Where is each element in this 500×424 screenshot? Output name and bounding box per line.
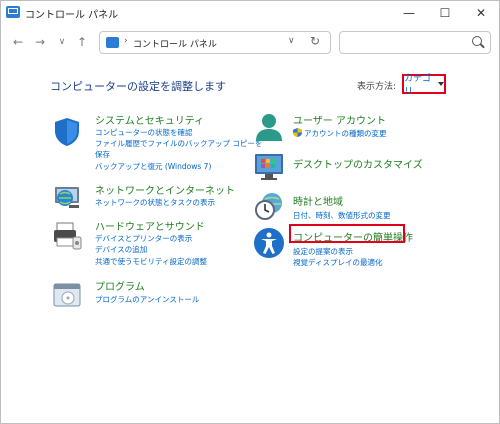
clock-globe-icon[interactable] [253, 190, 285, 222]
link-file-history[interactable]: ファイル履歴でファイルのバックアップ コピーを [95, 138, 262, 149]
accessibility-icon[interactable] [253, 227, 285, 259]
link-check-status[interactable]: コンピューターの状態を確認 [95, 127, 193, 138]
link-devices-printers[interactable]: デバイスとプリンターの表示 [95, 233, 192, 244]
close-button[interactable]: ✕ [463, 1, 499, 25]
navigation-bar: ← → ∨ ↑ › コントロール パネル ∨ ↻ [1, 29, 499, 57]
control-panel-window: コントロール パネル — ☐ ✕ ← → ∨ ↑ › コントロール パネル ∨ … [0, 0, 500, 424]
category-desktop-customization[interactable]: デスクトップのカスタマイズ [293, 156, 423, 171]
link-add-device[interactable]: デバイスの追加 [95, 244, 147, 255]
user-icon[interactable] [253, 111, 285, 143]
category-clock-region[interactable]: 時計と地域 [293, 193, 343, 208]
refresh-button[interactable]: ↻ [310, 34, 320, 48]
window-title: コントロール パネル [25, 10, 119, 21]
category-network-internet[interactable]: ネットワークとインターネット [95, 182, 235, 197]
link-date-time-format[interactable]: 日付、時刻、数値形式の変更 [293, 210, 391, 221]
view-by-value: カテゴリ [404, 74, 432, 97]
minimize-button[interactable]: — [391, 1, 427, 25]
forward-button[interactable]: → [31, 33, 49, 51]
view-by-dropdown[interactable]: カテゴリ [402, 74, 446, 97]
link-change-account-type[interactable]: アカウントの種類の変更 [304, 128, 387, 139]
address-text: コントロール パネル [133, 40, 217, 50]
category-programs[interactable]: プログラム [95, 278, 145, 293]
category-user-accounts[interactable]: ユーザー アカウント [293, 112, 386, 127]
caret-down-icon [438, 82, 444, 86]
title-bar: コントロール パネル — ☐ ✕ [1, 1, 499, 25]
link-mobility-settings[interactable]: 共通で使うモビリティ設定の調整 [95, 256, 207, 267]
uac-shield-icon [293, 128, 302, 137]
printer-icon[interactable] [51, 220, 83, 252]
desktop-customize-icon[interactable] [253, 151, 285, 183]
link-uninstall-program[interactable]: プログラムのアンインストール [95, 294, 199, 305]
category-hardware-sound[interactable]: ハードウェアとサウンド [95, 218, 205, 233]
back-button[interactable]: ← [9, 33, 27, 51]
network-globe-icon[interactable] [51, 181, 83, 213]
recent-locations-button[interactable]: ∨ [53, 33, 71, 51]
link-backup-restore[interactable]: バックアップと復元 (Windows 7) [95, 161, 211, 172]
category-system-security[interactable]: システムとセキュリティ [95, 112, 204, 127]
search-input[interactable] [339, 31, 491, 54]
chevron-down-icon[interactable]: ∨ [288, 36, 295, 46]
link-file-history-cont[interactable]: 保存 [95, 149, 110, 160]
shield-icon[interactable] [51, 116, 83, 148]
ease-of-access-highlight [289, 224, 405, 243]
link-network-status[interactable]: ネットワークの状態とタスクの表示 [95, 197, 215, 208]
address-bar[interactable]: › コントロール パネル ∨ ↻ [99, 31, 331, 54]
up-button[interactable]: ↑ [73, 33, 91, 51]
page-title: コンピューターの設定を調整します [50, 80, 226, 93]
control-panel-icon [106, 37, 119, 48]
view-by-label: 表示方法: [357, 82, 397, 92]
link-optimize-display[interactable]: 視覚ディスプレイの最適化 [293, 257, 382, 268]
link-settings-suggestions[interactable]: 設定の提案の表示 [293, 246, 353, 257]
control-panel-icon [6, 6, 20, 18]
programs-icon[interactable] [51, 279, 83, 311]
chevron-right-icon: › [124, 36, 128, 46]
maximize-button[interactable]: ☐ [427, 1, 463, 25]
search-icon [472, 36, 482, 46]
